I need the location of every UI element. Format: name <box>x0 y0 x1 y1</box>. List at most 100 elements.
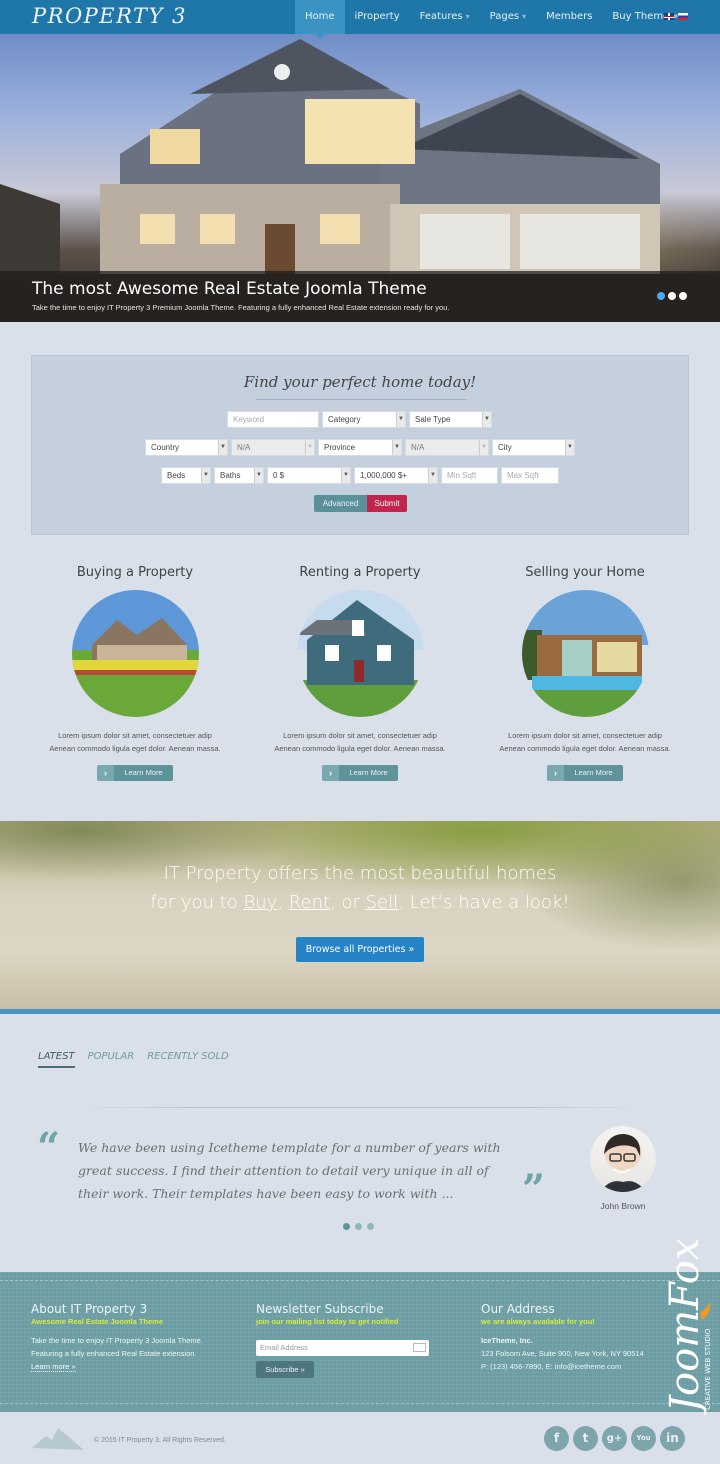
text: for you to <box>150 892 244 913</box>
tab-popular[interactable]: POPULAR <box>88 1051 135 1068</box>
buy-link[interactable]: Buy <box>243 892 277 913</box>
chevron-down-icon: ▼ <box>341 468 350 483</box>
sell-link[interactable]: Sell <box>366 892 399 913</box>
placeholder: Email Address <box>260 1343 308 1352</box>
youtube-icon[interactable]: You <box>631 1426 656 1451</box>
nav-item-features[interactable]: Features ▾ <box>410 0 480 34</box>
slide-dot[interactable] <box>668 292 676 300</box>
rent-link[interactable]: Rent <box>289 892 330 913</box>
province-select[interactable]: Province ▼ <box>318 439 402 456</box>
facebook-icon[interactable]: f <box>544 1426 569 1451</box>
banner-line-2: for you to Buy, Rent, or Sell. Let’s hav… <box>0 892 720 913</box>
text-line: Featuring a fully enhanced Real Estate e… <box>31 1349 197 1358</box>
hero-title: The most Awesome Real Estate Joomla Them… <box>32 279 427 299</box>
nav-item-members[interactable]: Members <box>536 0 602 34</box>
slide-dot[interactable] <box>343 1223 350 1230</box>
russia-flag-icon[interactable] <box>678 13 688 20</box>
linkedin-icon[interactable]: in <box>660 1426 685 1451</box>
text: , or <box>330 892 366 913</box>
company-name: IceTheme, Inc. <box>481 1336 533 1345</box>
chevron-down-icon: ▾ <box>465 12 470 21</box>
max-sqft-input[interactable]: Max Sqft <box>501 467 559 484</box>
nav-item-home[interactable]: Home <box>295 0 345 39</box>
text-line: Lorem ipsum dolor sit amet, consectetuer… <box>508 731 662 740</box>
feature-title: Buying a Property <box>76 565 194 580</box>
nav-label: Members <box>546 11 593 22</box>
feature-title: Renting a Property <box>299 565 421 580</box>
nav-label: Pages <box>489 11 520 22</box>
close-quote-icon: ” <box>522 1166 546 1213</box>
keyword-input[interactable]: Keyword <box>227 411 319 428</box>
baths-select[interactable]: Baths ▼ <box>214 467 264 484</box>
button-label: Learn More <box>114 765 173 781</box>
text-line: Aenean commodo ligula eget dolor. Aenean… <box>49 744 221 753</box>
chevron-down-icon: ▼ <box>254 468 263 483</box>
category-select[interactable]: Category ▼ <box>322 411 406 428</box>
select-value: Baths <box>220 471 241 480</box>
avatar <box>590 1126 656 1192</box>
beds-select[interactable]: Beds ▼ <box>161 467 211 484</box>
learn-more-button[interactable]: › Learn More <box>97 765 173 781</box>
email-field[interactable]: Email Address <box>256 1340 429 1356</box>
select-value: City <box>498 443 512 452</box>
sale-type-select[interactable]: Sale Type ▼ <box>409 411 492 428</box>
subscribe-button[interactable]: Subscribe » <box>256 1361 314 1378</box>
select-value: Category <box>328 415 361 424</box>
select-value: Beds <box>167 471 186 480</box>
feature-selling: Selling your Home Lorem ipsum dolor sit … <box>475 565 695 781</box>
footer-about: About IT Property 3 Awesome Real Estate … <box>31 1302 241 1373</box>
browse-properties-button[interactable]: Browse all Properties » <box>296 937 424 962</box>
select-value: Country <box>151 443 180 452</box>
person-photo <box>600 1134 646 1192</box>
submit-button[interactable]: Submit <box>367 495 407 512</box>
testimonial-pagination <box>343 1223 374 1230</box>
text-line: Lorem ipsum dolor sit amet, consectetuer… <box>58 731 212 740</box>
twitter-icon[interactable]: t <box>573 1426 598 1451</box>
slide-dot[interactable] <box>355 1223 362 1230</box>
select-value: Province <box>324 443 356 452</box>
slide-dot[interactable] <box>367 1223 374 1230</box>
site-logo[interactable]: PROPERTY 3 <box>32 4 187 28</box>
tab-latest[interactable]: LATEST <box>38 1051 75 1068</box>
divider <box>80 1107 640 1108</box>
advanced-button[interactable]: Advanced <box>314 495 367 512</box>
nav-item-pages[interactable]: Pages ▾ <box>480 0 536 34</box>
joomfox-logo[interactable]: JoomFox CREATIVE WEB STUDIO <box>640 1240 720 1415</box>
nav-label: Home <box>305 11 335 22</box>
country-select[interactable]: Country ▼ <box>145 439 228 456</box>
learn-more-button[interactable]: › Learn More <box>322 765 398 781</box>
learn-more-link[interactable]: Learn more » <box>31 1362 76 1372</box>
chevron-down-icon: ▼ <box>428 468 437 483</box>
learn-more-button[interactable]: › Learn More <box>547 765 623 781</box>
button-label: Learn More <box>339 765 398 781</box>
slide-dot[interactable] <box>657 292 665 300</box>
nav-label: iProperty <box>354 11 400 22</box>
text-line: Lorem ipsum dolor sit amet, consectetuer… <box>283 731 437 740</box>
price-max-select[interactable]: 1,000,000 $+ ▼ <box>354 467 438 484</box>
footer-newsletter: Newsletter Subscribe join our mailing li… <box>256 1302 456 1326</box>
tab-recently-sold[interactable]: RECENTLY SOLD <box>147 1051 229 1068</box>
banner-line-1: IT Property offers the most beautiful ho… <box>163 863 557 884</box>
city-select[interactable]: City ▼ <box>492 439 575 456</box>
open-quote-icon: “ <box>37 1124 61 1171</box>
svg-text:JoomFox: JoomFox <box>662 1240 708 1415</box>
county-select[interactable]: N/A ▼ <box>405 439 489 456</box>
feature-image <box>521 590 649 717</box>
min-sqft-input[interactable]: Min Sqft <box>441 467 498 484</box>
chevron-right-icon: › <box>97 765 114 781</box>
chevron-down-icon: ▼ <box>479 440 488 455</box>
hero-subtitle: Take the time to enjoy IT Property 3 Pre… <box>32 303 450 312</box>
price-min-select[interactable]: 0 $ ▼ <box>267 467 351 484</box>
feature-text: Lorem ipsum dolor sit amet, consectetuer… <box>25 729 245 755</box>
uk-flag-icon[interactable] <box>664 13 674 20</box>
text-line: Aenean commodo ligula eget dolor. Aenean… <box>499 744 671 753</box>
about-text: Take the time to enjoy IT Property 3 Joo… <box>31 1334 241 1373</box>
google-plus-icon[interactable]: g+ <box>602 1426 627 1451</box>
select-value: Sale Type <box>415 415 451 424</box>
state-select[interactable]: N/A ▼ <box>231 439 315 456</box>
svg-text:CREATIVE WEB STUDIO: CREATIVE WEB STUDIO <box>704 1328 712 1410</box>
newsletter-subtitle: join our mailing list today to get notif… <box>256 1317 399 1326</box>
slide-dot[interactable] <box>679 292 687 300</box>
chevron-down-icon: ▼ <box>218 440 227 455</box>
nav-item-iproperty[interactable]: iProperty <box>345 0 410 34</box>
